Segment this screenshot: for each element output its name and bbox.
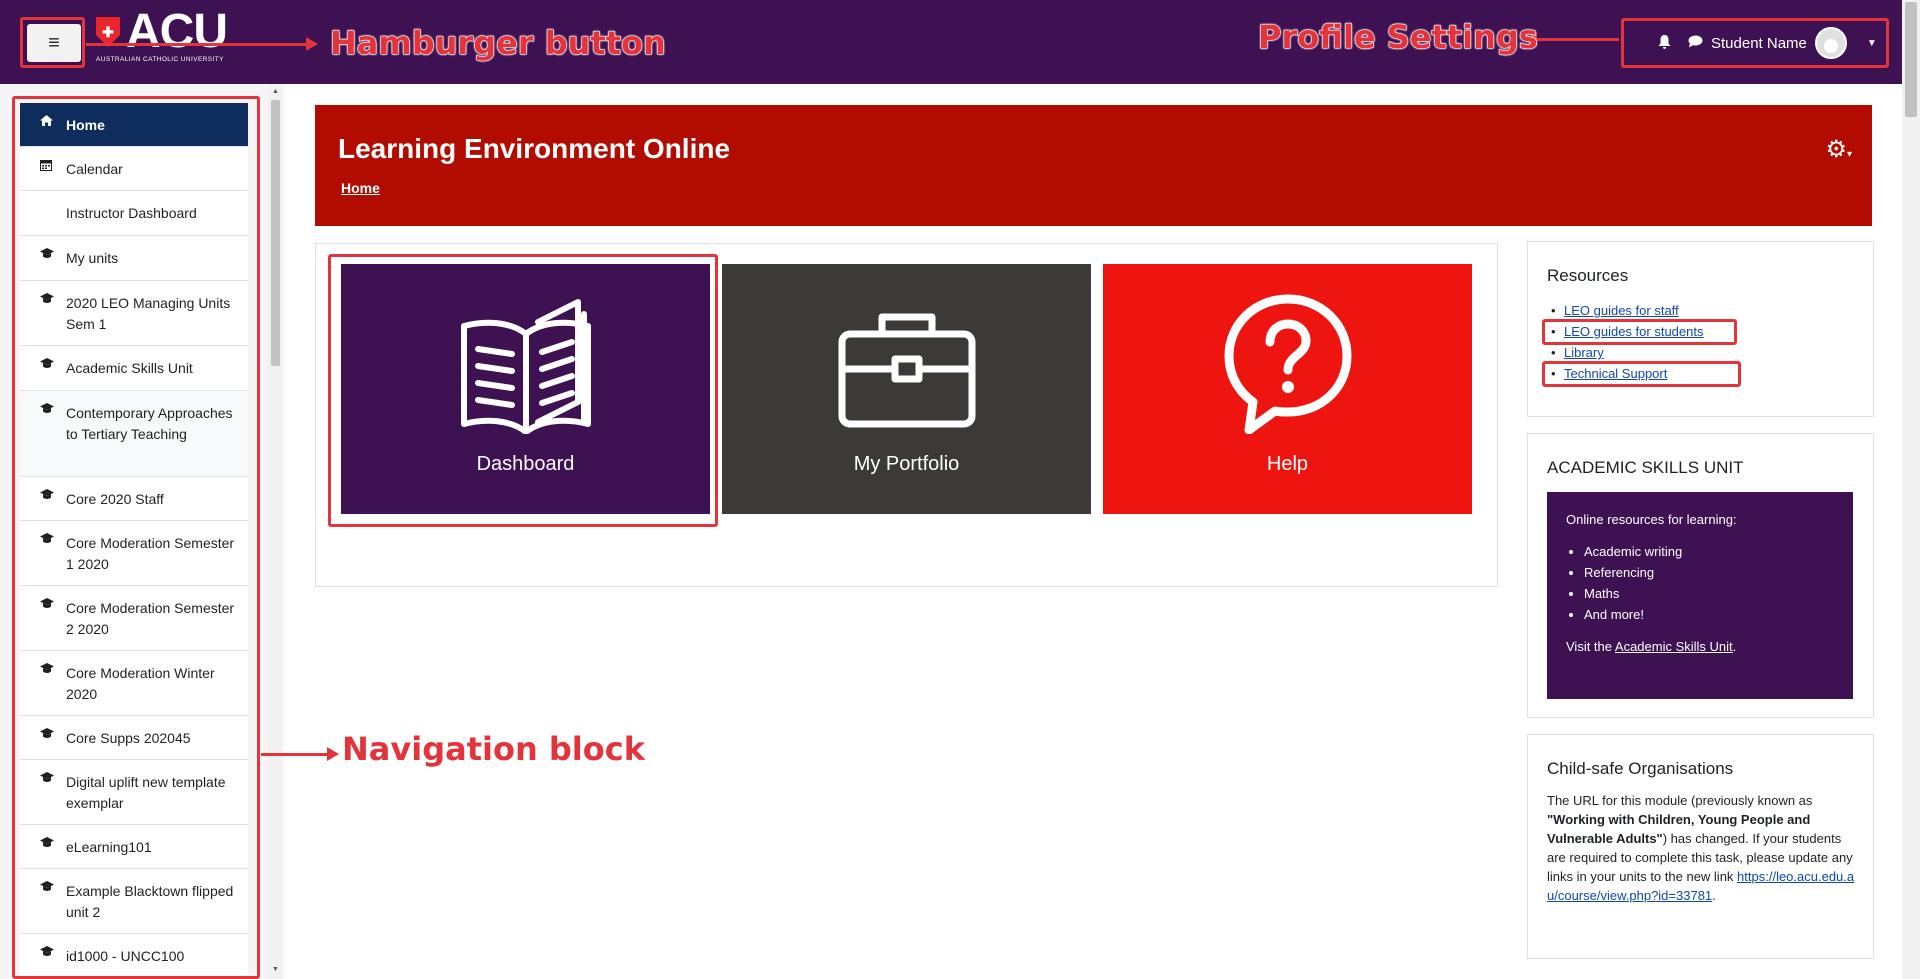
portfolio-label: My Portfolio	[853, 453, 960, 475]
breadcrumb-home[interactable]: Home	[341, 180, 380, 196]
child-text-1: The URL for this module (previously know…	[1547, 793, 1813, 808]
briefcase-icon	[838, 313, 975, 428]
page-scrollbar[interactable]	[1902, 0, 1920, 979]
asu-intro: Online resources for learning:	[1566, 512, 1737, 527]
navigation-highlight	[12, 96, 260, 979]
child-text-3: .	[1712, 888, 1716, 903]
gear-icon[interactable]: ⚙▾	[1825, 135, 1852, 164]
resources-title: Resources	[1547, 266, 1629, 285]
hamburger-annotation: Hamburger button	[330, 24, 667, 63]
child-safe-title: Child-safe Organisations	[1547, 759, 1734, 778]
library-link[interactable]: Library	[1564, 345, 1604, 360]
question-bubble-icon	[1224, 294, 1351, 434]
help-label: Help	[1266, 453, 1309, 475]
leo-students-highlight	[1542, 319, 1737, 345]
acu-logo[interactable]: ✚ ACU AUSTRALIAN CATHOLIC UNIVERSITY	[96, 5, 228, 72]
hamburger-arrow	[86, 37, 318, 51]
navigation-arrow	[261, 747, 339, 761]
list-item: And more!	[1584, 604, 1834, 625]
profile-annotation: Profile Settings	[1258, 18, 1539, 57]
profile-highlight	[1621, 18, 1889, 68]
portfolio-tile[interactable]: My Portfolio	[722, 264, 1091, 514]
child-safe-block: Child-safe Organisations The URL for thi…	[1527, 734, 1874, 959]
tech-support-highlight	[1542, 361, 1741, 387]
hamburger-highlight	[20, 17, 85, 68]
help-tile[interactable]: Help	[1103, 264, 1472, 514]
child-safe-text: The URL for this module (previously know…	[1547, 791, 1857, 905]
page-scrollbar-thumb[interactable]	[1905, 2, 1917, 117]
asu-panel: Online resources for learning: Academic …	[1547, 492, 1853, 699]
asu-list: Academic writing Referencing Maths And m…	[1566, 541, 1834, 625]
logo-subtitle: AUSTRALIAN CATHOLIC UNIVERSITY	[96, 56, 224, 63]
asu-link[interactable]: Academic Skills Unit	[1615, 639, 1733, 654]
profile-arrow	[1525, 32, 1619, 46]
leo-guides-staff-link[interactable]: LEO guides for staff	[1564, 303, 1679, 318]
list-item: Maths	[1584, 583, 1834, 604]
sidebar-scrollbar-thumb[interactable]	[271, 100, 280, 366]
list-item: Library	[1551, 342, 1703, 363]
asu-title: ACADEMIC SKILLS UNIT	[1547, 458, 1744, 477]
academic-skills-block: ACADEMIC SKILLS UNIT Online resources fo…	[1527, 433, 1874, 718]
list-item: Academic writing	[1584, 541, 1834, 562]
list-item: LEO guides for staff	[1551, 300, 1703, 321]
scroll-down-icon[interactable]: ▼	[272, 966, 279, 973]
scroll-up-icon[interactable]: ▲	[272, 88, 279, 95]
page-title: Learning Environment Online	[338, 133, 731, 164]
dashboard-highlight	[328, 254, 718, 527]
navigation-annotation: Navigation block	[342, 730, 646, 769]
logo-text: ACU	[126, 5, 228, 58]
asu-visit: Visit the Academic Skills Unit.	[1566, 639, 1834, 654]
page-header: Learning Environment Online Home ⚙▾	[315, 105, 1872, 226]
list-item: Referencing	[1584, 562, 1834, 583]
visit-prefix: Visit the	[1566, 639, 1615, 654]
visit-suffix: .	[1732, 639, 1737, 654]
